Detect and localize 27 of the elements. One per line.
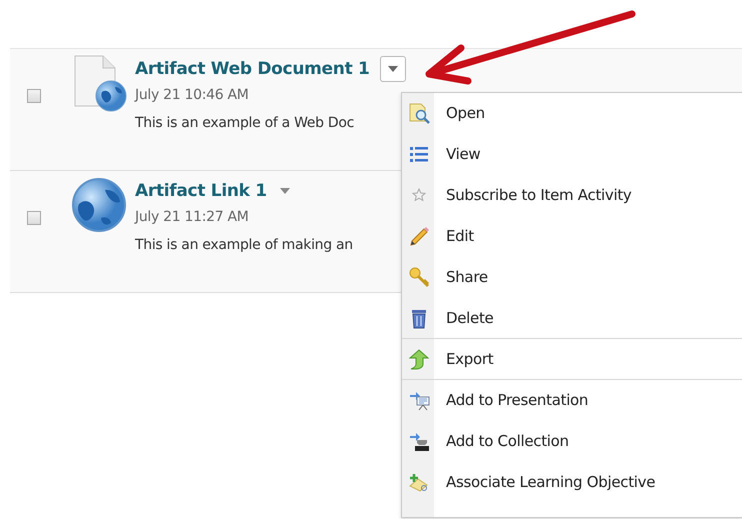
item-date: July 21 10:46 AM bbox=[135, 87, 250, 103]
item-description: This is an example of making an bbox=[135, 237, 353, 253]
item-date: July 21 11:27 AM bbox=[135, 209, 250, 225]
menu-item[interactable]: View bbox=[402, 133, 742, 174]
menu-item[interactable]: Share bbox=[402, 256, 742, 297]
menu-item[interactable]: Associate Learning Objective bbox=[402, 461, 742, 502]
open-document-icon bbox=[408, 102, 430, 124]
item-title-link[interactable]: Artifact Web Document 1 bbox=[135, 59, 370, 79]
menu-item[interactable]: Open bbox=[402, 93, 742, 133]
menu-item[interactable]: Add to Collection bbox=[402, 420, 742, 461]
menu-item[interactable]: Delete bbox=[402, 297, 742, 338]
menu-item[interactable]: Subscribe to Item Activity bbox=[402, 174, 742, 215]
item-description: This is an example of a Web Doc bbox=[135, 115, 355, 131]
export-arrow-icon bbox=[408, 348, 430, 370]
caret-icon bbox=[388, 66, 398, 72]
presentation-icon bbox=[408, 389, 430, 411]
menu-item[interactable]: Edit bbox=[402, 215, 742, 256]
item-title-link[interactable]: Artifact Link 1 bbox=[135, 181, 267, 201]
pencil-icon bbox=[408, 224, 430, 246]
dropdown-button[interactable] bbox=[380, 56, 406, 82]
checkbox[interactable] bbox=[27, 89, 41, 103]
menu-item[interactable]: Export bbox=[402, 339, 742, 379]
menu-item[interactable]: Add to Presentation bbox=[402, 380, 742, 420]
key-icon bbox=[408, 266, 430, 288]
checkbox[interactable] bbox=[27, 211, 41, 225]
caret-icon bbox=[280, 188, 290, 194]
globe-icon bbox=[71, 176, 127, 234]
